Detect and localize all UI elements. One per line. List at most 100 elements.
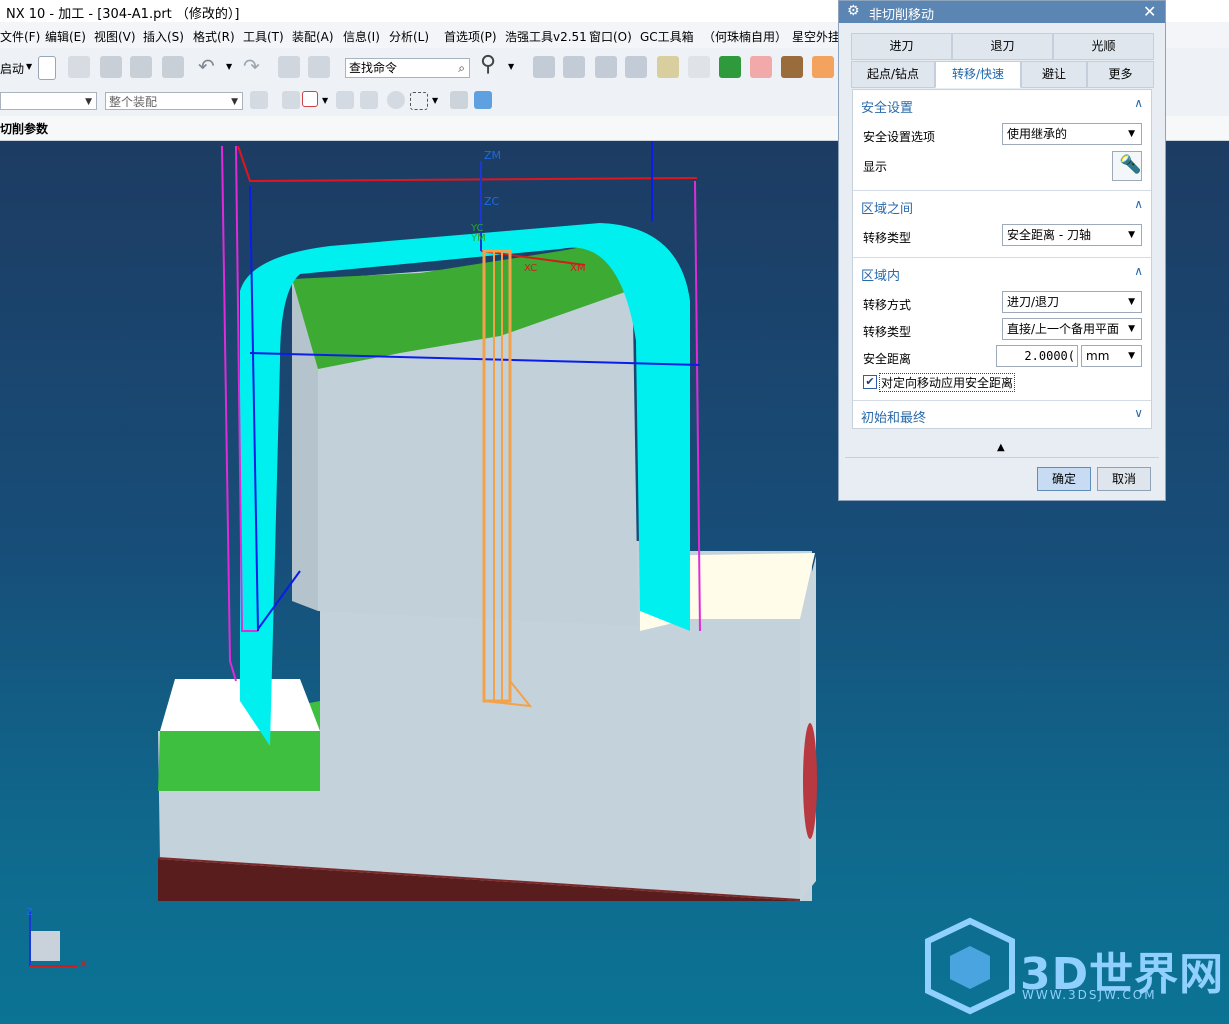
- menu-window[interactable]: 窗口(O): [589, 28, 632, 45]
- color-swatch-pink[interactable]: [750, 56, 772, 78]
- box-select-icon[interactable]: [410, 92, 428, 110]
- shaded-icon[interactable]: [450, 91, 468, 109]
- chevron-down-icon[interactable]: ▼: [322, 96, 328, 105]
- color-swatch-green[interactable]: [719, 56, 741, 78]
- flashlight-icon[interactable]: 🔦: [1112, 151, 1142, 181]
- triad-z-label: Z: [26, 907, 33, 918]
- triad-cube: [30, 931, 60, 961]
- menu-file[interactable]: 文件(F): [0, 28, 40, 45]
- menu-analysis[interactable]: 分析(L): [389, 28, 429, 45]
- undo-icon[interactable]: ↶: [198, 54, 215, 78]
- menu-preferences[interactable]: 首选项(P): [444, 28, 497, 45]
- tab-avoidance[interactable]: 避让: [1021, 61, 1087, 88]
- close-icon[interactable]: ✕: [1143, 2, 1156, 21]
- save-as-icon[interactable]: [130, 56, 152, 78]
- cue-line-text: 切削参数: [0, 122, 49, 136]
- menu-gc-toolbox[interactable]: GC工具箱: [640, 28, 694, 45]
- between-transfer-type-label: 转移类型: [863, 231, 912, 245]
- display-label: 显示: [863, 160, 888, 174]
- section-header-safety[interactable]: 安全设置: [861, 97, 913, 116]
- wcs-icon[interactable]: [360, 91, 378, 109]
- menu-personal[interactable]: （何珠楠自用）: [703, 28, 787, 45]
- point-snap-icon[interactable]: [302, 91, 318, 107]
- start-button[interactable]: 启动: [0, 60, 24, 77]
- chevron-up-icon[interactable]: ∧: [1134, 96, 1143, 110]
- snap-icon[interactable]: [282, 91, 300, 109]
- hexagon-icon[interactable]: [387, 91, 405, 109]
- operation-icon[interactable]: [563, 56, 585, 78]
- color-swatch-brown[interactable]: [781, 56, 803, 78]
- menu-insert[interactable]: 插入(S): [143, 28, 184, 45]
- section-header-initial-final[interactable]: 初始和最终: [861, 407, 926, 426]
- tab-retract[interactable]: 退刀: [952, 33, 1053, 60]
- non-cutting-moves-dialog: ⚙ 非切削移动 ✕ 进刀 退刀 光顺 起点/钻点 转移/快速 避让 更多 安全设…: [838, 0, 1166, 501]
- tab-smoothing[interactable]: 光顺: [1053, 33, 1154, 60]
- unit-select[interactable]: mm ▼: [1081, 345, 1142, 367]
- section-header-between-regions[interactable]: 区域之间: [861, 198, 913, 217]
- ok-button[interactable]: 确定: [1037, 467, 1091, 491]
- menu-edit[interactable]: 编辑(E): [45, 28, 86, 45]
- profile-icon[interactable]: [688, 56, 710, 78]
- program-icon[interactable]: [625, 56, 647, 78]
- search-icon: ⌕: [458, 61, 465, 75]
- menu-view[interactable]: 视图(V): [94, 28, 136, 45]
- dialog-title: 非切削移动: [869, 8, 935, 23]
- part-hole: [803, 723, 817, 839]
- dialog-title-bar[interactable]: ⚙ 非切削移动 ✕: [839, 1, 1165, 23]
- new-file-icon[interactable]: [38, 56, 56, 80]
- menu-xingkong[interactable]: 星空外挂: [792, 28, 840, 45]
- zoom-search-icon[interactable]: ⚲: [480, 52, 496, 77]
- tiger-icon[interactable]: [657, 56, 679, 78]
- move-icon[interactable]: [336, 91, 354, 109]
- color-swatch-orange[interactable]: [812, 56, 834, 78]
- copy-icon[interactable]: [308, 56, 330, 78]
- tab-start-drill-points[interactable]: 起点/钻点: [851, 61, 935, 88]
- chevron-down-icon[interactable]: ▼: [508, 62, 514, 71]
- within-transfer-type-label: 转移类型: [863, 325, 912, 339]
- selection-icon[interactable]: [250, 91, 268, 109]
- within-transfer-type-select[interactable]: 直接/上一个备用平面 ▼: [1002, 318, 1142, 340]
- tab-transfer-rapid[interactable]: 转移/快速: [935, 61, 1021, 88]
- cancel-button[interactable]: 取消: [1097, 467, 1151, 491]
- collapse-arrow-icon[interactable]: ▲: [997, 442, 1005, 453]
- save-icon[interactable]: [100, 56, 122, 78]
- tab-more[interactable]: 更多: [1087, 61, 1154, 88]
- gear-icon: ⚙: [847, 3, 860, 19]
- between-transfer-type-select[interactable]: 安全距离 - 刀轴 ▼: [1002, 224, 1142, 246]
- tool-icon[interactable]: [595, 56, 617, 78]
- menu-haoqiang-tools[interactable]: 浩强工具v2.51: [505, 28, 587, 45]
- menu-format[interactable]: 格式(R): [193, 28, 235, 45]
- menu-info[interactable]: 信息(I): [343, 28, 380, 45]
- cube-icon[interactable]: [474, 91, 492, 109]
- transfer-rapid-panel: 安全设置 ∧ 安全设置选项 使用继承的 ▼ 显示 🔦 区域之间 ∧ 转移类型 安全…: [852, 89, 1152, 429]
- axis-label-ym: YM: [471, 233, 486, 244]
- part-navigator-icon[interactable]: [533, 56, 555, 78]
- redo-icon[interactable]: ↷: [243, 54, 260, 78]
- safety-option-label: 安全设置选项: [863, 130, 936, 144]
- chevron-down-icon[interactable]: ▼: [26, 62, 32, 71]
- command-finder-input[interactable]: 查找命令 ⌕: [345, 58, 470, 78]
- open-file-icon[interactable]: [68, 56, 90, 78]
- tab-engage[interactable]: 进刀: [851, 33, 952, 60]
- chevron-down-icon[interactable]: ▼: [432, 96, 438, 105]
- safety-option-select[interactable]: 使用继承的 ▼: [1002, 123, 1142, 145]
- chevron-up-icon[interactable]: ∧: [1134, 197, 1143, 211]
- chevron-down-icon[interactable]: ∨: [1134, 406, 1143, 420]
- window-title: NX 10 - 加工 - [304-A1.prt （修改的）]: [6, 7, 240, 22]
- apply-safe-distance-checkbox[interactable]: ✔: [863, 375, 877, 389]
- print-icon[interactable]: [162, 56, 184, 78]
- transfer-mode-select[interactable]: 进刀/退刀 ▼: [1002, 291, 1142, 313]
- menu-tools[interactable]: 工具(T): [243, 28, 284, 45]
- type-filter-combo[interactable]: ▼: [0, 92, 97, 110]
- apply-safe-distance-label[interactable]: 对定向移动应用安全距离: [879, 373, 1016, 392]
- cut-icon[interactable]: [278, 56, 300, 78]
- triad-x-label: X: [80, 959, 87, 970]
- chevron-down-icon[interactable]: ▼: [226, 62, 232, 71]
- axis-label-zm: ZM: [484, 149, 502, 162]
- safe-distance-input[interactable]: 2.0000(: [996, 345, 1078, 367]
- section-header-within-region[interactable]: 区域内: [861, 265, 900, 284]
- menu-assembly[interactable]: 装配(A): [292, 28, 334, 45]
- safe-distance-label: 安全距离: [863, 352, 912, 366]
- scope-filter-combo[interactable]: 整个装配 ▼: [105, 92, 243, 110]
- chevron-up-icon[interactable]: ∧: [1134, 264, 1143, 278]
